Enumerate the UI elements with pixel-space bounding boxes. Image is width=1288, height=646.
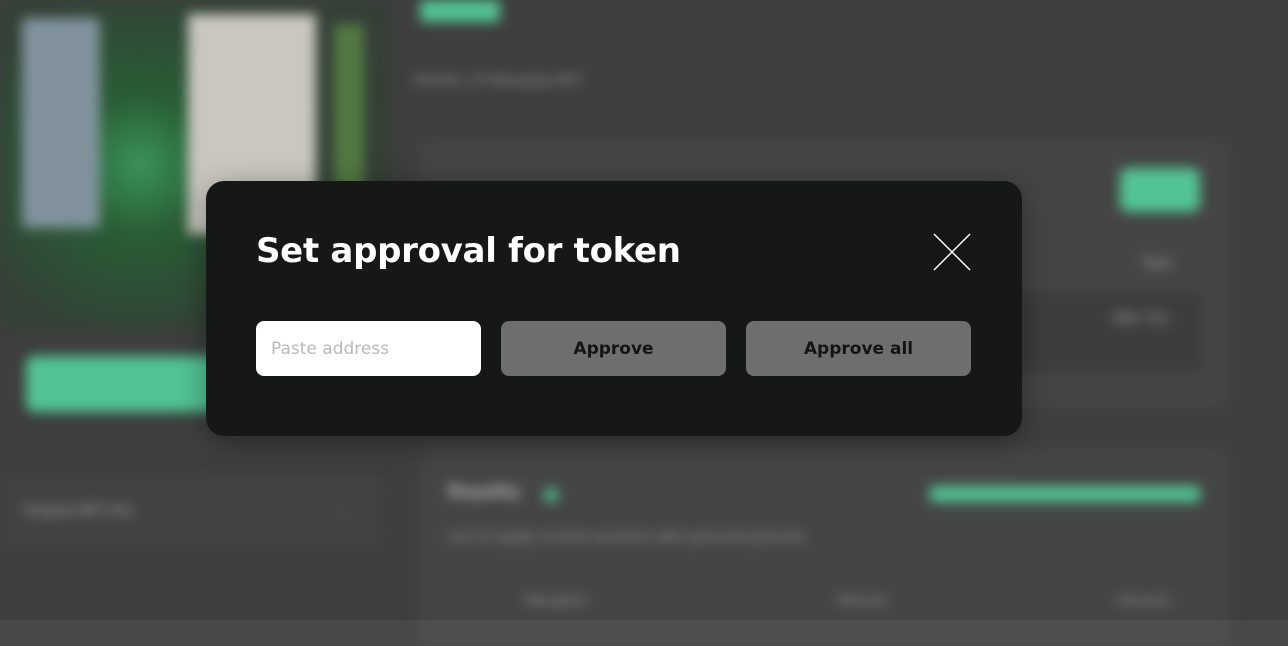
address-input[interactable]	[256, 321, 481, 376]
set-approval-modal: Set approval for token Approve Approve a…	[206, 181, 1022, 436]
approve-all-button[interactable]: Approve all	[746, 321, 971, 376]
close-icon	[933, 233, 971, 271]
modal-title: Set approval for token	[256, 231, 681, 271]
close-button[interactable]	[932, 232, 972, 272]
approve-button[interactable]: Approve	[501, 321, 726, 376]
